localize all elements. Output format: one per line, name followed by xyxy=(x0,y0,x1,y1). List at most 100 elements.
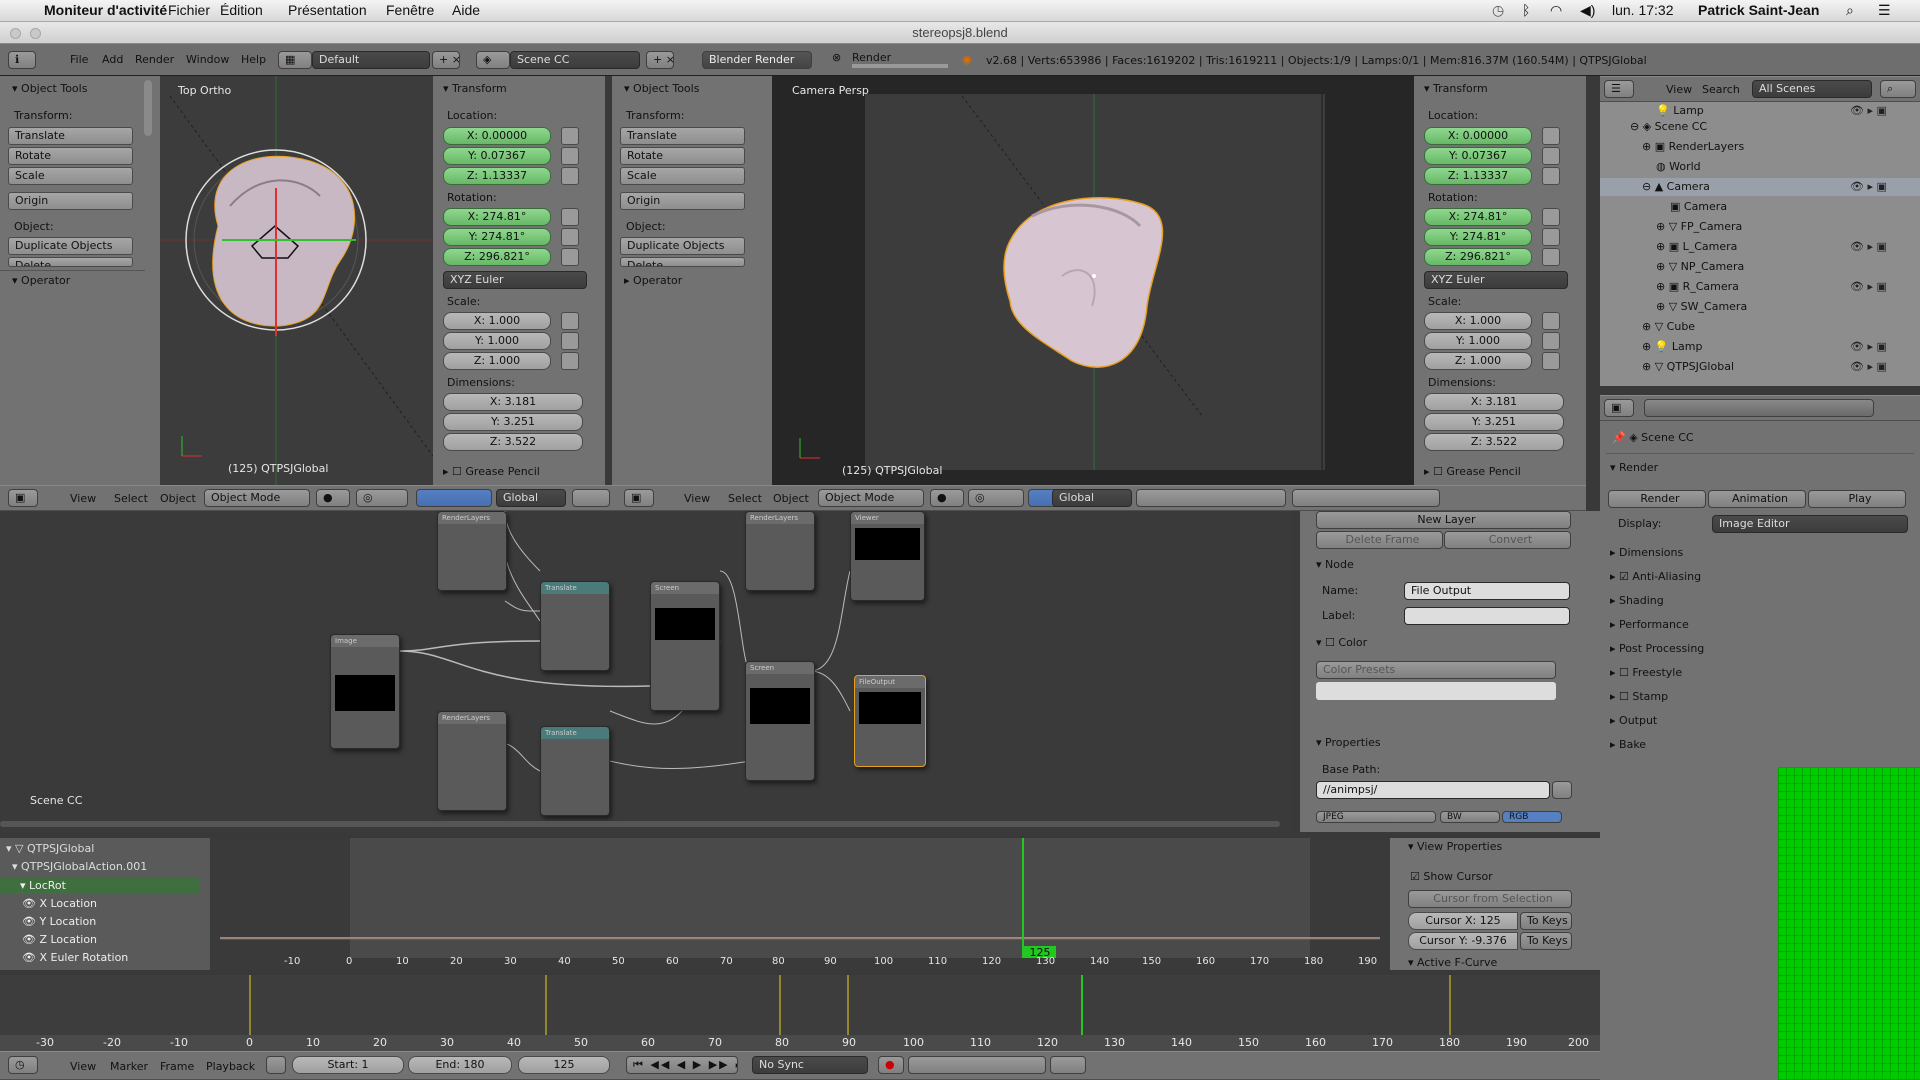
scale-x-field[interactable]: X: 1.000 xyxy=(443,312,551,330)
lock-icon[interactable] xyxy=(1542,127,1560,145)
outliner-item-lamp2[interactable]: ⊕ 💡 Lamp xyxy=(1642,340,1702,353)
section-dimensions[interactable]: ▸ Dimensions xyxy=(1610,546,1683,559)
section-freestyle[interactable]: ▸ ☐ Freestyle xyxy=(1610,666,1682,679)
scene-add-remove[interactable]: + × xyxy=(646,51,674,69)
operator-panel[interactable]: ▸ Operator xyxy=(624,274,682,287)
timeline-frame-menu[interactable]: Frame xyxy=(160,1060,194,1073)
base-path-field[interactable]: //animpsj/ xyxy=(1316,781,1550,799)
visibility-eye-icon[interactable]: 👁 ▸ ▣ xyxy=(1850,180,1887,193)
screen-layout-icon[interactable]: ▦ xyxy=(278,51,312,69)
cursor-y-to-keys[interactable]: To Keys xyxy=(1520,932,1572,950)
editor-type-icon[interactable]: ▣ xyxy=(8,489,38,507)
menu-add[interactable]: Add xyxy=(102,53,123,66)
current-frame-field[interactable]: 125 xyxy=(518,1056,610,1074)
manipulator-icons[interactable] xyxy=(416,489,492,507)
location-x-field[interactable]: X: 0.00000 xyxy=(1424,127,1532,145)
outliner-search-menu[interactable]: Search xyxy=(1702,83,1740,96)
translate-node-2[interactable]: Translate xyxy=(540,726,610,816)
lock-icon[interactable] xyxy=(1542,147,1560,165)
cursor-x-to-keys[interactable]: To Keys xyxy=(1520,912,1572,930)
scale-y-field[interactable]: Y: 1.000 xyxy=(1424,332,1532,350)
folder-icon[interactable] xyxy=(1552,781,1572,799)
pivot-icon[interactable]: ◎ xyxy=(968,489,1024,507)
rotation-y-field[interactable]: Y: 274.81° xyxy=(1424,228,1532,246)
node-editor-scrollbar[interactable] xyxy=(0,821,1280,827)
end-frame-field[interactable]: End: 180 xyxy=(408,1056,512,1074)
channel-y-location[interactable]: 👁 Y Location xyxy=(22,915,96,928)
outliner-item-renderlayers[interactable]: ⊕ ▣ RenderLayers xyxy=(1642,140,1744,153)
file-output-node[interactable]: FileOutput xyxy=(854,675,926,767)
menu-view[interactable]: View xyxy=(684,492,710,505)
display-select[interactable]: Image Editor xyxy=(1712,515,1908,533)
clock[interactable]: lun. 17:32 xyxy=(1612,2,1674,18)
properties-context-tabs[interactable] xyxy=(1644,399,1874,417)
dimensions-z-field[interactable]: Z: 3.522 xyxy=(443,433,583,451)
delete-button[interactable]: Delete xyxy=(620,257,745,267)
active-fcurve-title[interactable]: ▾ Active F-Curve xyxy=(1408,956,1497,968)
pivot-icon[interactable]: ◎ xyxy=(356,489,408,507)
menu-object[interactable]: Object xyxy=(773,492,809,505)
menu-help[interactable]: Help xyxy=(241,53,266,66)
outliner-item-np-camera[interactable]: ⊕ ▽ NP_Camera xyxy=(1656,260,1744,273)
visibility-eye-icon[interactable]: 👁 ▸ ▣ xyxy=(1850,360,1887,373)
location-z-field[interactable]: Z: 1.13337 xyxy=(1424,167,1532,185)
channel-x-location[interactable]: 👁 X Location xyxy=(22,897,97,910)
delete-frame-button[interactable]: Delete Frame xyxy=(1316,531,1443,549)
new-layer-button[interactable]: New Layer xyxy=(1316,511,1571,529)
editor-type-icon[interactable]: ℹ xyxy=(8,51,36,69)
operator-panel[interactable]: ▾ Operator xyxy=(12,274,70,287)
keyframe-type-field[interactable] xyxy=(908,1056,1046,1074)
playback-controls[interactable]: ⏮ ◀◀ ◀ ▶ ▶▶ ⏭ xyxy=(626,1056,738,1074)
lock-icon[interactable] xyxy=(561,312,579,330)
close-window-button[interactable] xyxy=(10,28,21,39)
lock-icon[interactable] xyxy=(561,147,579,165)
screen-node-2[interactable]: Screen xyxy=(745,661,815,781)
lock-icon[interactable] xyxy=(1542,352,1560,370)
screen-node[interactable]: Screen xyxy=(650,581,720,711)
record-icon[interactable]: ● xyxy=(878,1056,904,1074)
minimize-window-button[interactable] xyxy=(30,28,41,39)
lock-icon[interactable] xyxy=(561,208,579,226)
render-panel-title[interactable]: ▾ Render xyxy=(1610,461,1658,474)
tool-shelf-scrollbar[interactable] xyxy=(144,80,152,136)
properties-panel-title[interactable]: ▾ Properties xyxy=(1316,736,1381,749)
lock-icon[interactable] xyxy=(1542,312,1560,330)
editor-type-icon[interactable]: ▣ xyxy=(1604,399,1634,417)
image-node[interactable]: Image xyxy=(330,634,400,749)
shading-icon[interactable]: ● xyxy=(930,489,964,507)
section-post-processing[interactable]: ▸ Post Processing xyxy=(1610,642,1704,655)
user-name[interactable]: Patrick Saint-Jean xyxy=(1698,2,1819,18)
outliner-item-scene[interactable]: ⊖ ◈ Scene CC xyxy=(1630,120,1707,133)
notifications-icon[interactable]: ☰ xyxy=(1878,2,1891,19)
grease-pencil-panel[interactable]: ▸ ☐ Grease Pencil xyxy=(1424,465,1521,478)
snap-tools[interactable] xyxy=(1292,489,1440,507)
bluetooth-icon[interactable]: ᛒ xyxy=(1522,2,1530,18)
node-label-field[interactable] xyxy=(1404,607,1570,625)
outliner-item-camera-data[interactable]: ▣ Camera xyxy=(1670,200,1727,213)
cursor-y-field[interactable]: Cursor Y: -9.376 xyxy=(1408,932,1518,950)
scale-z-field[interactable]: Z: 1.000 xyxy=(443,352,551,370)
menu-window[interactable]: Window xyxy=(186,53,229,66)
rotation-mode-select[interactable]: XYZ Euler xyxy=(443,271,587,289)
section-output[interactable]: ▸ Output xyxy=(1610,714,1657,727)
time-machine-icon[interactable]: ◷ xyxy=(1492,2,1504,19)
layers-grid[interactable] xyxy=(1136,489,1286,507)
menu-fenetre[interactable]: Fenêtre xyxy=(386,2,434,18)
search-icon[interactable]: ⌕ xyxy=(1880,80,1916,98)
orientation-select[interactable]: Global xyxy=(1052,489,1132,507)
color-mode-bw[interactable]: BW xyxy=(1440,811,1500,823)
insert-keyframe-icons[interactable] xyxy=(1050,1056,1086,1074)
menu-file[interactable]: File xyxy=(70,53,88,66)
outliner-view-menu[interactable]: View xyxy=(1666,83,1692,96)
scale-x-field[interactable]: X: 1.000 xyxy=(1424,312,1532,330)
scale-y-field[interactable]: Y: 1.000 xyxy=(443,332,551,350)
outliner-item-fp-camera[interactable]: ⊕ ▽ FP_Camera xyxy=(1656,220,1742,233)
screen-layout-select[interactable]: Default xyxy=(312,51,430,69)
dimensions-y-field[interactable]: Y: 3.251 xyxy=(1424,413,1564,431)
timeline-view-menu[interactable]: View xyxy=(70,1060,96,1073)
show-cursor-checkbox[interactable]: ☑ Show Cursor xyxy=(1410,870,1493,883)
section-stamp[interactable]: ▸ ☐ Stamp xyxy=(1610,690,1668,703)
menu-presentation[interactable]: Présentation xyxy=(288,2,367,18)
duplicate-objects-button[interactable]: Duplicate Objects xyxy=(8,237,133,255)
rotation-x-field[interactable]: X: 274.81° xyxy=(443,208,551,226)
